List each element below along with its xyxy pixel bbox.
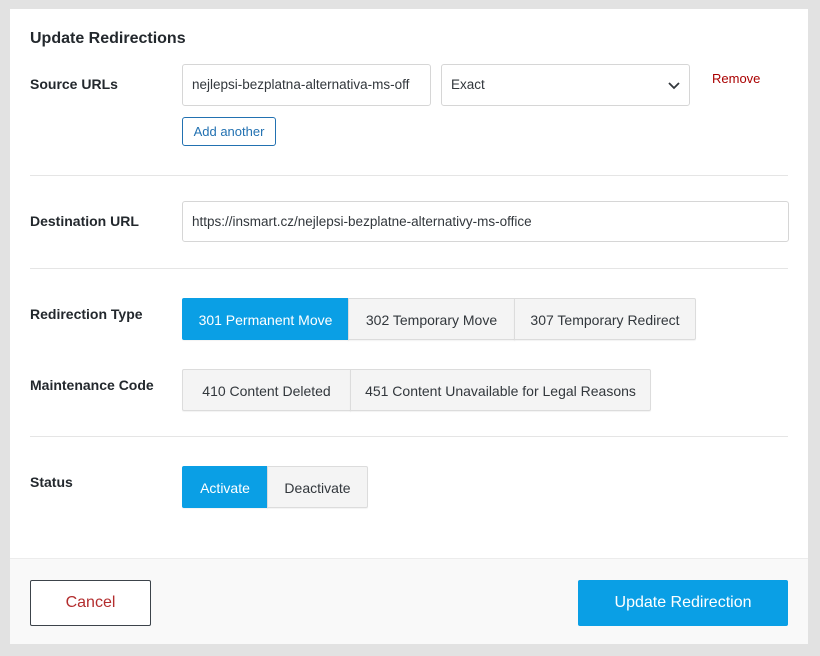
maintenance-410-button[interactable]: 410 Content Deleted	[182, 369, 351, 411]
remove-source-link[interactable]: Remove	[712, 71, 760, 86]
source-urls-label: Source URLs	[30, 76, 118, 92]
redirection-type-label: Redirection Type	[30, 306, 143, 322]
maintenance-code-label: Maintenance Code	[30, 377, 154, 393]
divider	[30, 175, 788, 176]
status-group: Activate Deactivate	[182, 466, 368, 508]
maintenance-code-group: 410 Content Deleted 451 Content Unavaila…	[182, 369, 651, 411]
redirection-302-button[interactable]: 302 Temporary Move	[348, 298, 515, 340]
chevron-down-icon	[668, 82, 680, 90]
destination-url-input[interactable]: https://insmart.cz/nejlepsi-bezplatne-al…	[182, 201, 789, 242]
modal-title: Update Redirections	[30, 30, 186, 47]
destination-url-value: https://insmart.cz/nejlepsi-bezplatne-al…	[192, 214, 532, 229]
divider	[30, 268, 788, 269]
activate-button[interactable]: Activate	[182, 466, 268, 508]
status-label: Status	[30, 474, 73, 490]
redirection-307-button[interactable]: 307 Temporary Redirect	[514, 298, 696, 340]
update-redirection-button[interactable]: Update Redirection	[578, 580, 788, 626]
source-url-value: nejlepsi-bezplatna-alternativa-ms-off	[192, 77, 410, 92]
match-type-select[interactable]: Exact	[441, 64, 690, 106]
redirection-type-group: 301 Permanent Move 302 Temporary Move 30…	[182, 298, 696, 340]
add-another-button[interactable]: Add another	[182, 117, 276, 146]
divider	[30, 436, 788, 437]
match-type-value: Exact	[451, 77, 485, 92]
deactivate-button[interactable]: Deactivate	[267, 466, 368, 508]
destination-url-label: Destination URL	[30, 213, 139, 229]
modal-footer: Cancel Update Redirection	[10, 558, 808, 644]
maintenance-451-button[interactable]: 451 Content Unavailable for Legal Reason…	[350, 369, 651, 411]
source-url-input[interactable]: nejlepsi-bezplatna-alternativa-ms-off	[182, 64, 431, 106]
update-redirection-modal: Update Redirections Source URLs nejlepsi…	[10, 9, 808, 644]
redirection-301-button[interactable]: 301 Permanent Move	[182, 298, 349, 340]
cancel-button[interactable]: Cancel	[30, 580, 151, 626]
